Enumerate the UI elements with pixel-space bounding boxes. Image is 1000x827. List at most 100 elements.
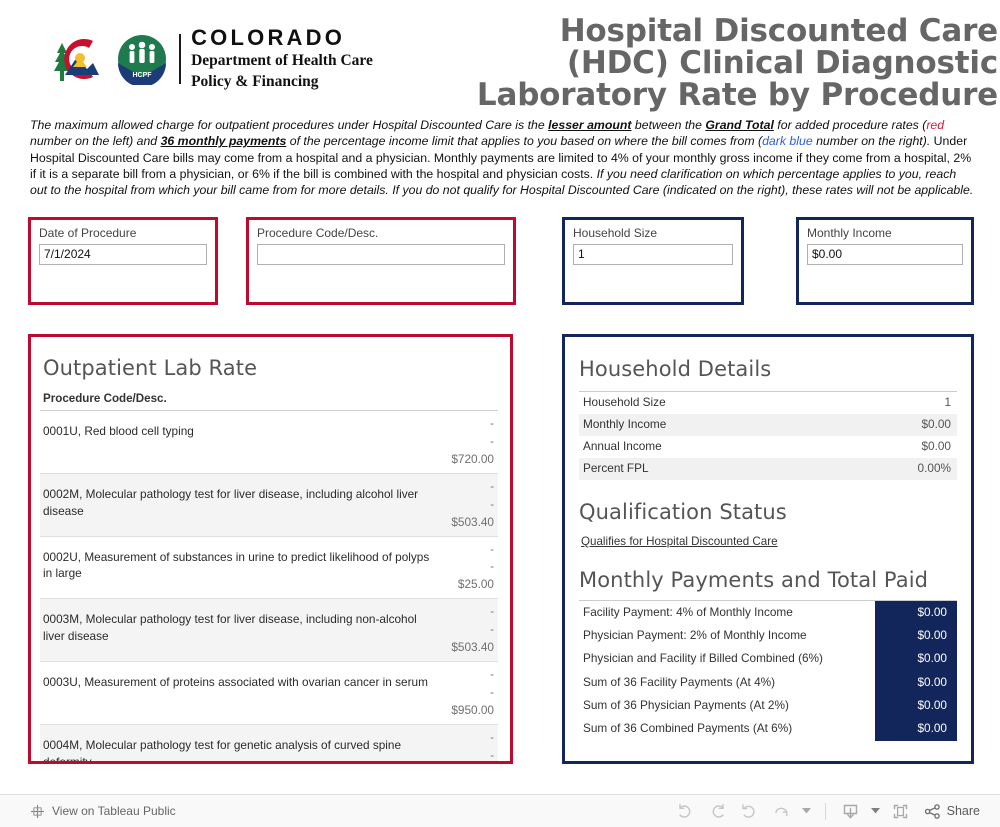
procedure-code-input[interactable]	[257, 244, 505, 266]
refresh-icon	[772, 802, 791, 821]
page-title-line-2: (HDC) Clinical Diagnostic	[566, 44, 998, 81]
detail-label: Monthly Income	[583, 416, 667, 431]
value-2: -	[490, 496, 494, 511]
detail-value: $0.00	[921, 438, 951, 453]
procedure-values: - - $950.00	[434, 666, 494, 720]
hcpf-people-seal-icon: HCPF	[117, 33, 167, 85]
desc-grand-total: Grand Total	[705, 118, 774, 132]
desc-part-3: for added procedure rates (	[773, 118, 927, 132]
table-row[interactable]: 0003U, Measurement of proteins associate…	[40, 662, 498, 725]
procedure-description: 0001U, Red blood cell typing	[43, 424, 194, 438]
value-2: -	[490, 559, 494, 574]
procedure-values: - - $503.40	[434, 478, 494, 532]
logo-dept-line1: Department of Health Care	[191, 52, 373, 70]
download-dropdown[interactable]	[868, 798, 884, 824]
undo-button[interactable]	[671, 798, 701, 824]
fullscreen-icon	[891, 802, 910, 821]
procedure-amount: $720.00	[451, 451, 494, 466]
procedure-description: 0002M, Molecular pathology test for live…	[43, 486, 419, 518]
undo-icon	[676, 802, 695, 821]
view-on-tableau-public-link[interactable]: View on Tableau Public	[30, 804, 176, 819]
desc-part-5: of the percentage income limit that appl…	[286, 134, 524, 149]
filter-label: Procedure Code/Desc.	[257, 226, 379, 240]
filter-household-size[interactable]: Household Size 1	[562, 217, 744, 305]
qualification-status-badge[interactable]: Qualifies for Hospital Discounted Care	[581, 535, 778, 548]
payment-value: $0.00	[875, 624, 957, 648]
monthly-payments-title: Monthly Payments and Total Paid	[579, 567, 929, 592]
monthly-income-input[interactable]: $0.00	[807, 244, 963, 266]
payment-label: Sum of 36 Combined Payments (At 6%)	[583, 721, 793, 736]
outpatient-lab-rate-panel: Outpatient Lab Rate Procedure Code/Desc.…	[28, 334, 513, 764]
filter-label: Date of Procedure	[39, 226, 137, 240]
table-row[interactable]: 0002U, Measurement of substances in urin…	[40, 537, 498, 600]
table-row: Sum of 36 Physician Payments (At 2%) $0.…	[579, 694, 957, 718]
value-2: -	[490, 622, 494, 637]
payment-value: $0.00	[875, 694, 957, 718]
monthly-payments-table: Facility Payment: 4% of Monthly Income $…	[579, 599, 957, 741]
table-row: Sum of 36 Facility Payments (At 4%) $0.0…	[579, 670, 957, 694]
filter-label: Household Size	[573, 226, 658, 240]
table-row: Percent FPL 0.00%	[579, 457, 957, 480]
date-of-procedure-input[interactable]: 7/1/2024	[39, 244, 207, 266]
table-row: Annual Income $0.00	[579, 436, 957, 458]
agency-logo: HCPF COLORADO Department of Health Care …	[0, 8, 420, 92]
logo-dept-line2: Policy & Financing	[191, 73, 319, 91]
toolbar-divider	[824, 802, 826, 820]
table-row: Household Size 1	[579, 392, 957, 414]
table-row[interactable]: 0002M, Molecular pathology test for live…	[40, 473, 498, 537]
value-2: -	[490, 684, 494, 699]
detail-value: 1	[944, 395, 951, 409]
procedure-amount: $950.00	[451, 702, 494, 717]
logo-divider	[179, 33, 182, 84]
detail-value: 0.00%	[917, 460, 951, 475]
payment-label: Sum of 36 Facility Payments (At 4%)	[583, 674, 776, 689]
dashboard-page: HCPF COLORADO Department of Health Care …	[0, 0, 1000, 827]
lab-rate-column-header: Procedure Code/Desc.	[40, 392, 498, 411]
download-button[interactable]	[836, 798, 866, 824]
table-row: Physician Payment: 2% of Monthly Income …	[579, 624, 957, 648]
fullscreen-button[interactable]	[886, 798, 916, 824]
procedure-description: 0002U, Measurement of substances in urin…	[43, 549, 430, 581]
table-row[interactable]: 0001U, Red blood cell typing - - $720.00	[40, 411, 498, 474]
qualification-status-title: Qualification Status	[579, 499, 787, 524]
value-1: -	[490, 604, 494, 619]
table-row: Facility Payment: 4% of Monthly Income $…	[579, 600, 957, 625]
household-details-panel: Household Details Household Size 1 Month…	[562, 334, 974, 764]
share-label: Share	[946, 804, 980, 818]
page-title-line-3: Laboratory Rate by Procedure	[476, 76, 998, 113]
share-icon	[924, 803, 941, 820]
share-button[interactable]: Share	[924, 803, 982, 820]
hcpf-abbr-text: HCPF	[133, 72, 153, 79]
filter-label: Monthly Income	[807, 226, 892, 240]
desc-part-6: to you based on where the bill comes fro…	[523, 134, 763, 149]
revert-button[interactable]	[735, 798, 765, 824]
value-2: -	[490, 747, 494, 762]
payment-value: $0.00	[875, 647, 957, 671]
redo-button[interactable]	[703, 798, 733, 824]
household-size-input[interactable]: 1	[573, 244, 733, 266]
desc-red-word: red	[926, 118, 945, 132]
value-1: -	[490, 478, 494, 493]
procedure-description: 0004M, Molecular pathology test for gene…	[43, 737, 402, 764]
filter-date-of-procedure[interactable]: Date of Procedure 7/1/2024	[28, 217, 218, 305]
table-row[interactable]: 0004M, Molecular pathology test for gene…	[40, 724, 498, 764]
table-row[interactable]: 0003M, Molecular pathology test for live…	[40, 599, 498, 663]
page-title: Hospital Discounted Care (HDC) Clinical …	[420, 8, 1000, 112]
table-row: Sum of 36 Combined Payments (At 6%) $0.0…	[579, 717, 957, 741]
refresh-dropdown[interactable]	[799, 798, 815, 824]
payment-value: $0.00	[875, 717, 957, 741]
desc-36-monthly-payments: 36 monthly payments	[160, 134, 287, 149]
redo-icon	[708, 802, 727, 821]
filter-procedure-code[interactable]: Procedure Code/Desc.	[246, 217, 516, 305]
payment-label: Physician and Facility if Billed Combine…	[583, 651, 823, 666]
dashboard-header: HCPF COLORADO Department of Health Care …	[0, 0, 1000, 113]
filter-monthly-income[interactable]: Monthly Income $0.00	[796, 217, 974, 305]
colorado-c-logo-icon	[47, 31, 113, 87]
value-1: -	[490, 541, 494, 556]
value-1: -	[490, 416, 494, 430]
detail-label: Percent FPL	[583, 460, 649, 475]
refresh-button[interactable]	[767, 798, 797, 824]
procedure-values: - - $25.00	[434, 541, 494, 595]
desc-part-1: The maximum allowed charge for outpatien…	[30, 118, 549, 132]
table-row: Physician and Facility if Billed Combine…	[579, 647, 957, 671]
